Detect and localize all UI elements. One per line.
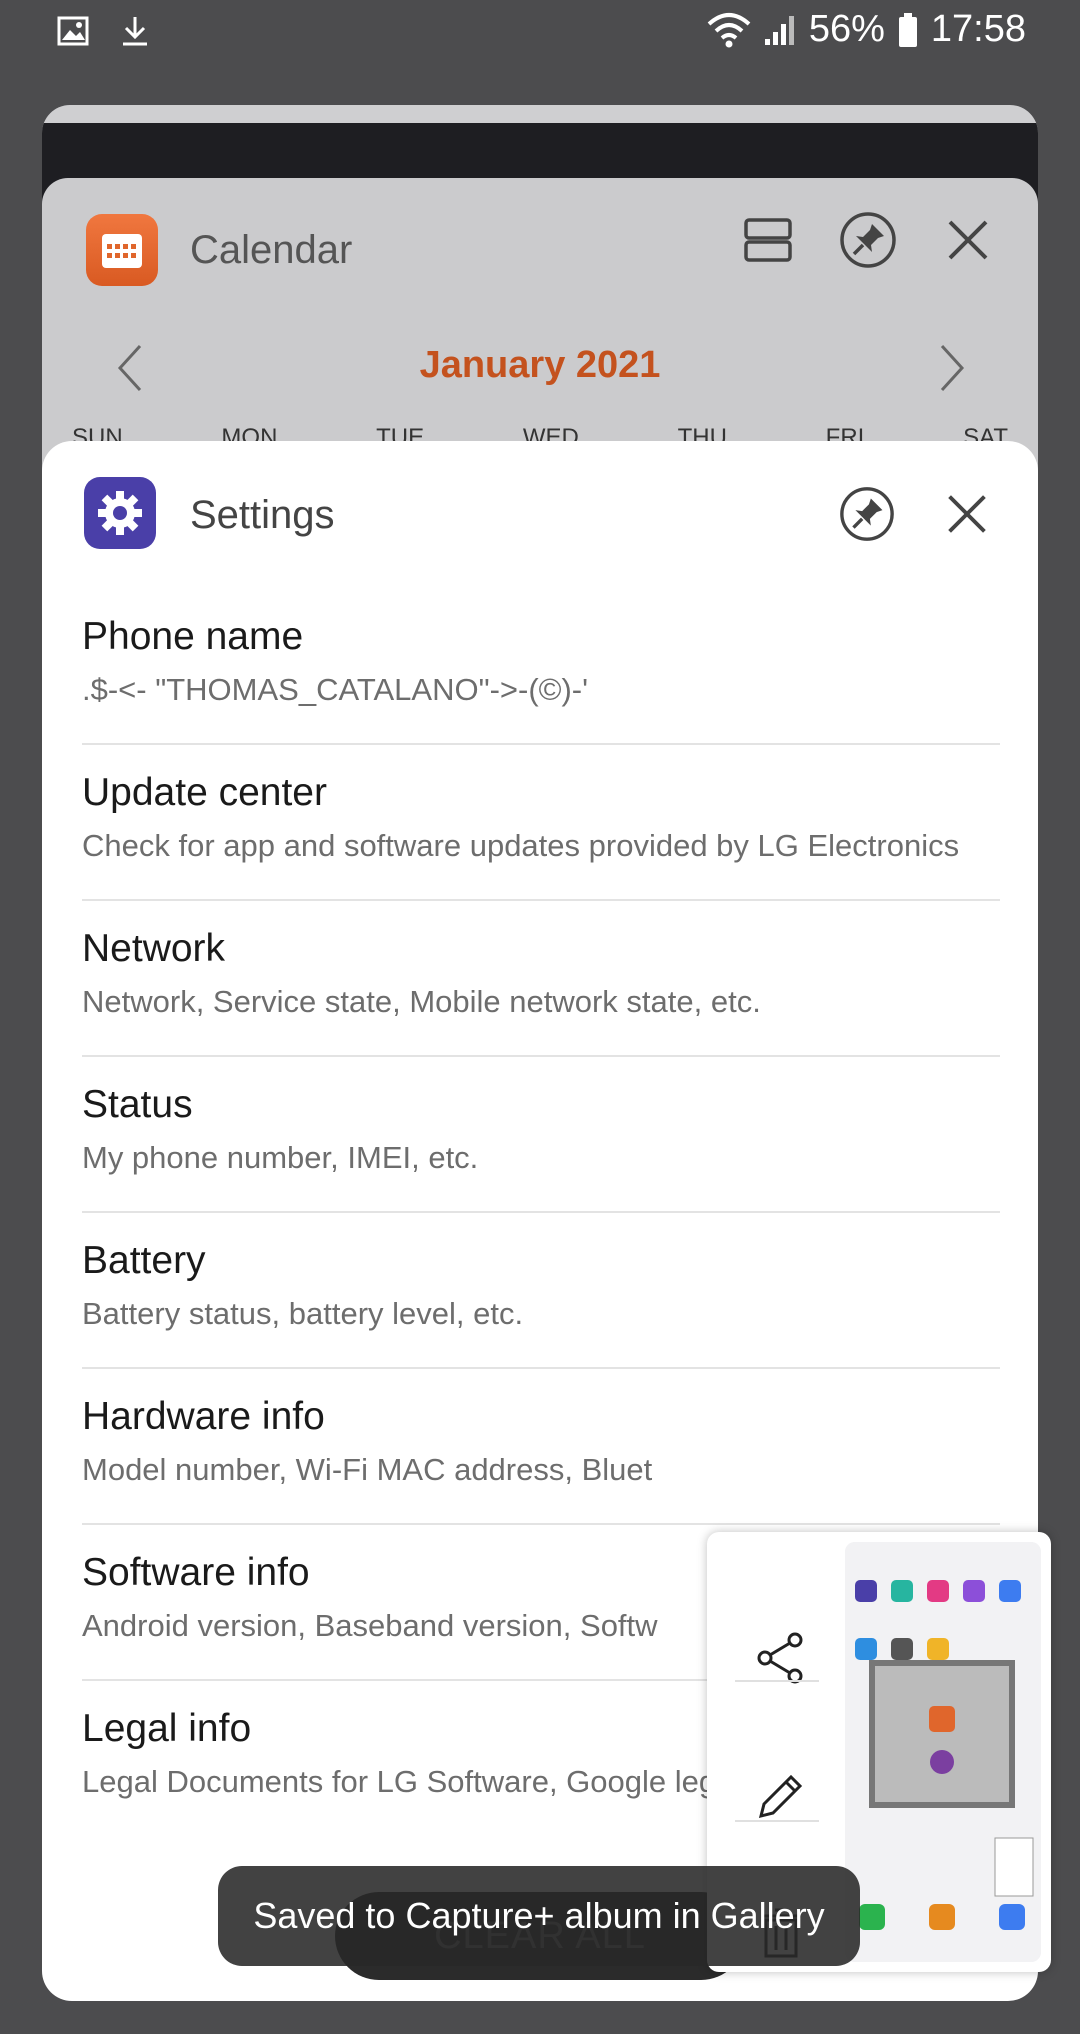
item-subtitle: Battery status, battery level, etc.	[82, 1296, 524, 1331]
item-title: Battery	[82, 1239, 206, 1282]
item-title: Network	[82, 927, 226, 970]
item-title: Phone name	[82, 615, 304, 658]
calendar-card-title: Calendar	[190, 228, 353, 272]
settings-item-status[interactable]: Status My phone number, IMEI, etc.	[82, 1057, 1000, 1213]
pin-icon[interactable]	[838, 485, 896, 543]
close-icon[interactable]	[938, 485, 996, 543]
settings-app-icon	[84, 477, 156, 549]
status-bar: 56% 17:58	[0, 0, 1080, 64]
wifi-icon	[707, 12, 751, 48]
settings-card-title: Settings	[190, 493, 335, 537]
item-subtitle: Check for app and software updates provi…	[82, 828, 960, 863]
pin-icon[interactable]	[838, 210, 898, 270]
settings-item-hardware-info[interactable]: Hardware info Model number, Wi-Fi MAC ad…	[82, 1369, 1000, 1525]
item-subtitle: My phone number, IMEI, etc.	[82, 1140, 479, 1175]
item-title: Status	[82, 1083, 193, 1126]
download-icon	[118, 14, 152, 48]
settings-item-network[interactable]: Network Network, Service state, Mobile n…	[82, 901, 1000, 1057]
calendar-app-icon	[86, 214, 158, 286]
calendar-month-title: January 2021	[419, 344, 661, 386]
split-screen-icon[interactable]	[738, 210, 798, 270]
edit-icon[interactable]	[735, 1750, 827, 1842]
toast-message: Saved to Capture+ album in Gallery	[218, 1866, 860, 1966]
settings-item-phone-name[interactable]: Phone name .$-<- "THOMAS_CATALANO"->-(©)…	[82, 589, 1000, 745]
item-subtitle: Model number, Wi-Fi MAC address, Bluet	[82, 1452, 653, 1487]
item-title: Update center	[82, 771, 327, 814]
signal-icon	[763, 13, 797, 47]
chevron-right-icon[interactable]	[932, 340, 972, 396]
item-title: Hardware info	[82, 1395, 325, 1438]
close-icon[interactable]	[938, 210, 998, 270]
image-icon	[56, 14, 90, 48]
divider	[735, 1820, 819, 1822]
item-subtitle: .$-<- "THOMAS_CATALANO"->-(©)-'	[82, 672, 589, 707]
battery-icon	[897, 12, 919, 48]
item-subtitle: Network, Service state, Mobile network s…	[82, 984, 761, 1019]
share-icon[interactable]	[735, 1612, 827, 1704]
screenshot-thumbnail[interactable]	[845, 1542, 1041, 1962]
battery-percent: 56%	[808, 8, 885, 50]
settings-item-battery[interactable]: Battery Battery status, battery level, e…	[82, 1213, 1000, 1369]
divider	[735, 1680, 819, 1682]
settings-item-update-center[interactable]: Update center Check for app and software…	[82, 745, 1000, 901]
clock: 17:58	[930, 8, 1026, 50]
